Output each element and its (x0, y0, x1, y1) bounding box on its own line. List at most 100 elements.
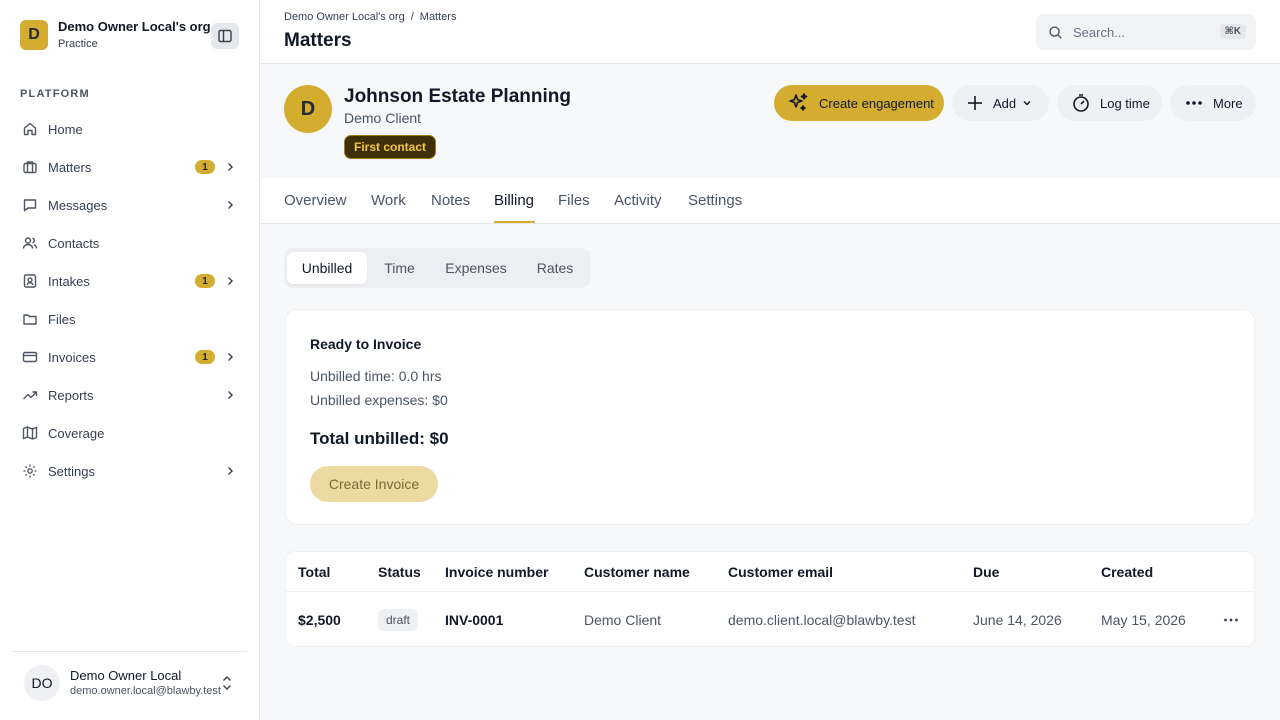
map-icon (22, 425, 38, 441)
subtab-time[interactable]: Time (372, 252, 427, 284)
sidebar-item-intakes[interactable]: Intakes 1 (12, 262, 248, 300)
breadcrumb: Demo Owner Local's org / Matters (284, 11, 456, 23)
more-horizontal-icon (1186, 101, 1202, 105)
sidebar-item-invoices[interactable]: Invoices 1 (12, 338, 248, 376)
subtab-unbilled[interactable]: Unbilled (287, 252, 367, 284)
sidebar-item-label: Invoices (48, 349, 96, 365)
search-input[interactable]: Search... ⌘K (1036, 14, 1256, 50)
chevron-down-icon (1023, 101, 1031, 106)
sidebar-item-label: Matters (48, 159, 92, 175)
sidebar-item-home[interactable]: Home (12, 110, 248, 148)
sidebar-item-matters[interactable]: Matters 1 (12, 148, 248, 186)
message-icon (22, 197, 38, 213)
chevron-right-icon[interactable] (224, 161, 236, 173)
chevron-right-icon[interactable] (224, 275, 236, 287)
tab-settings[interactable]: Settings (688, 192, 742, 209)
column-header-status[interactable]: Status (378, 564, 421, 580)
tab-activity[interactable]: Activity (614, 192, 662, 209)
more-button[interactable]: More (1170, 85, 1256, 121)
row-actions-button[interactable] (1222, 612, 1240, 628)
matter-tabs: Overview Work Notes Billing Files Activi… (260, 178, 1280, 224)
org-avatar: D (20, 19, 48, 50)
breadcrumb-org[interactable]: Demo Owner Local's org (284, 11, 405, 23)
sidebar-item-coverage[interactable]: Coverage (12, 414, 248, 452)
sidebar-item-label: Contacts (48, 235, 100, 251)
sidebar-item-contacts[interactable]: Contacts (12, 224, 248, 262)
chevron-right-icon[interactable] (224, 465, 236, 477)
chevrons-up-down-icon[interactable] (220, 674, 234, 692)
sidebar: D Demo Owner Local's org Practice PLATFO… (0, 0, 260, 720)
matter-avatar: D (284, 85, 332, 133)
user-email: demo.owner.local@blawby.test (70, 685, 221, 697)
folder-icon (22, 311, 38, 327)
tab-billing[interactable]: Billing (494, 192, 534, 209)
count-badge: 1 (195, 160, 215, 174)
table-header: Total Status Invoice number Customer nam… (286, 552, 1254, 592)
count-badge: 1 (195, 350, 215, 364)
create-engagement-label: Create engagement (819, 95, 934, 111)
tab-files[interactable]: Files (558, 192, 590, 209)
column-header-created[interactable]: Created (1101, 564, 1153, 580)
trending-up-icon (22, 387, 38, 403)
table-row[interactable]: $2,500 draft INV-0001 Demo Client demo.c… (286, 592, 1254, 646)
tab-overview[interactable]: Overview (284, 192, 347, 209)
sidebar-item-messages[interactable]: Messages (12, 186, 248, 224)
org-subtitle: Practice (58, 38, 98, 50)
org-name: Demo Owner Local's org (58, 19, 211, 34)
sidebar-item-label: Home (48, 121, 83, 137)
gear-icon (22, 463, 38, 479)
card-title: Ready to Invoice (310, 336, 422, 352)
more-label: More (1213, 95, 1243, 111)
chevron-right-icon[interactable] (224, 351, 236, 363)
sidebar-toggle-button[interactable] (211, 23, 239, 49)
column-header-customer-name[interactable]: Customer name (584, 564, 690, 580)
add-label: Add (993, 95, 1017, 111)
contact-card-icon (22, 273, 38, 289)
sidebar-nav: Home Matters 1 Messages Contacts Intakes… (12, 110, 248, 490)
column-header-invoice-number[interactable]: Invoice number (445, 564, 548, 580)
invoices-table: Total Status Invoice number Customer nam… (285, 551, 1255, 647)
sidebar-item-settings[interactable]: Settings (12, 452, 248, 490)
search-placeholder: Search... (1073, 24, 1126, 40)
sidebar-toggle-icon (218, 29, 232, 43)
billing-subtabs: Unbilled Time Expenses Rates (284, 248, 590, 288)
plus-icon (968, 96, 982, 110)
breadcrumb-separator: / (410, 11, 414, 23)
sidebar-item-files[interactable]: Files (12, 300, 248, 338)
breadcrumb-matters[interactable]: Matters (420, 11, 457, 23)
tab-notes[interactable]: Notes (431, 192, 470, 209)
add-button[interactable]: Add (952, 85, 1049, 121)
tab-work[interactable]: Work (371, 192, 406, 209)
top-header: Demo Owner Local's org / Matters Matters… (260, 0, 1280, 64)
sidebar-item-label: Reports (48, 387, 94, 403)
chevron-right-icon[interactable] (224, 199, 236, 211)
subtab-expenses[interactable]: Expenses (432, 252, 520, 284)
total-unbilled: Total unbilled: $0 (310, 429, 449, 448)
sidebar-item-label: Intakes (48, 273, 90, 289)
timer-icon (1073, 94, 1089, 112)
user-menu[interactable]: DO Demo Owner Local demo.owner.local@bla… (12, 651, 247, 720)
column-header-total[interactable]: Total (298, 564, 330, 580)
cell-customer-email: demo.client.local@blawby.test (728, 612, 916, 628)
credit-card-icon (22, 349, 38, 365)
column-header-customer-email[interactable]: Customer email (728, 564, 833, 580)
status-badge: draft (378, 609, 419, 631)
org-switcher[interactable]: D Demo Owner Local's org Practice (20, 19, 211, 50)
create-invoice-button[interactable]: Create Invoice (310, 466, 438, 502)
create-engagement-button[interactable]: Create engagement (774, 85, 944, 121)
avatar: DO (24, 665, 60, 701)
section-label-platform: PLATFORM (20, 88, 90, 100)
user-name: Demo Owner Local (70, 668, 182, 683)
ready-to-invoice-card: Ready to Invoice Unbilled time: 0.0 hrs … (285, 309, 1255, 525)
cell-total: $2,500 (298, 612, 341, 628)
log-time-button[interactable]: Log time (1057, 85, 1162, 121)
cell-invoice-number[interactable]: INV-0001 (445, 612, 503, 628)
cell-created: May 15, 2026 (1101, 612, 1186, 628)
sidebar-item-reports[interactable]: Reports (12, 376, 248, 414)
matter-client[interactable]: Demo Client (344, 110, 421, 126)
log-time-label: Log time (1100, 95, 1150, 111)
subtab-rates[interactable]: Rates (525, 252, 585, 284)
unbilled-expenses: Unbilled expenses: $0 (310, 392, 448, 408)
chevron-right-icon[interactable] (224, 389, 236, 401)
column-header-due[interactable]: Due (973, 564, 999, 580)
